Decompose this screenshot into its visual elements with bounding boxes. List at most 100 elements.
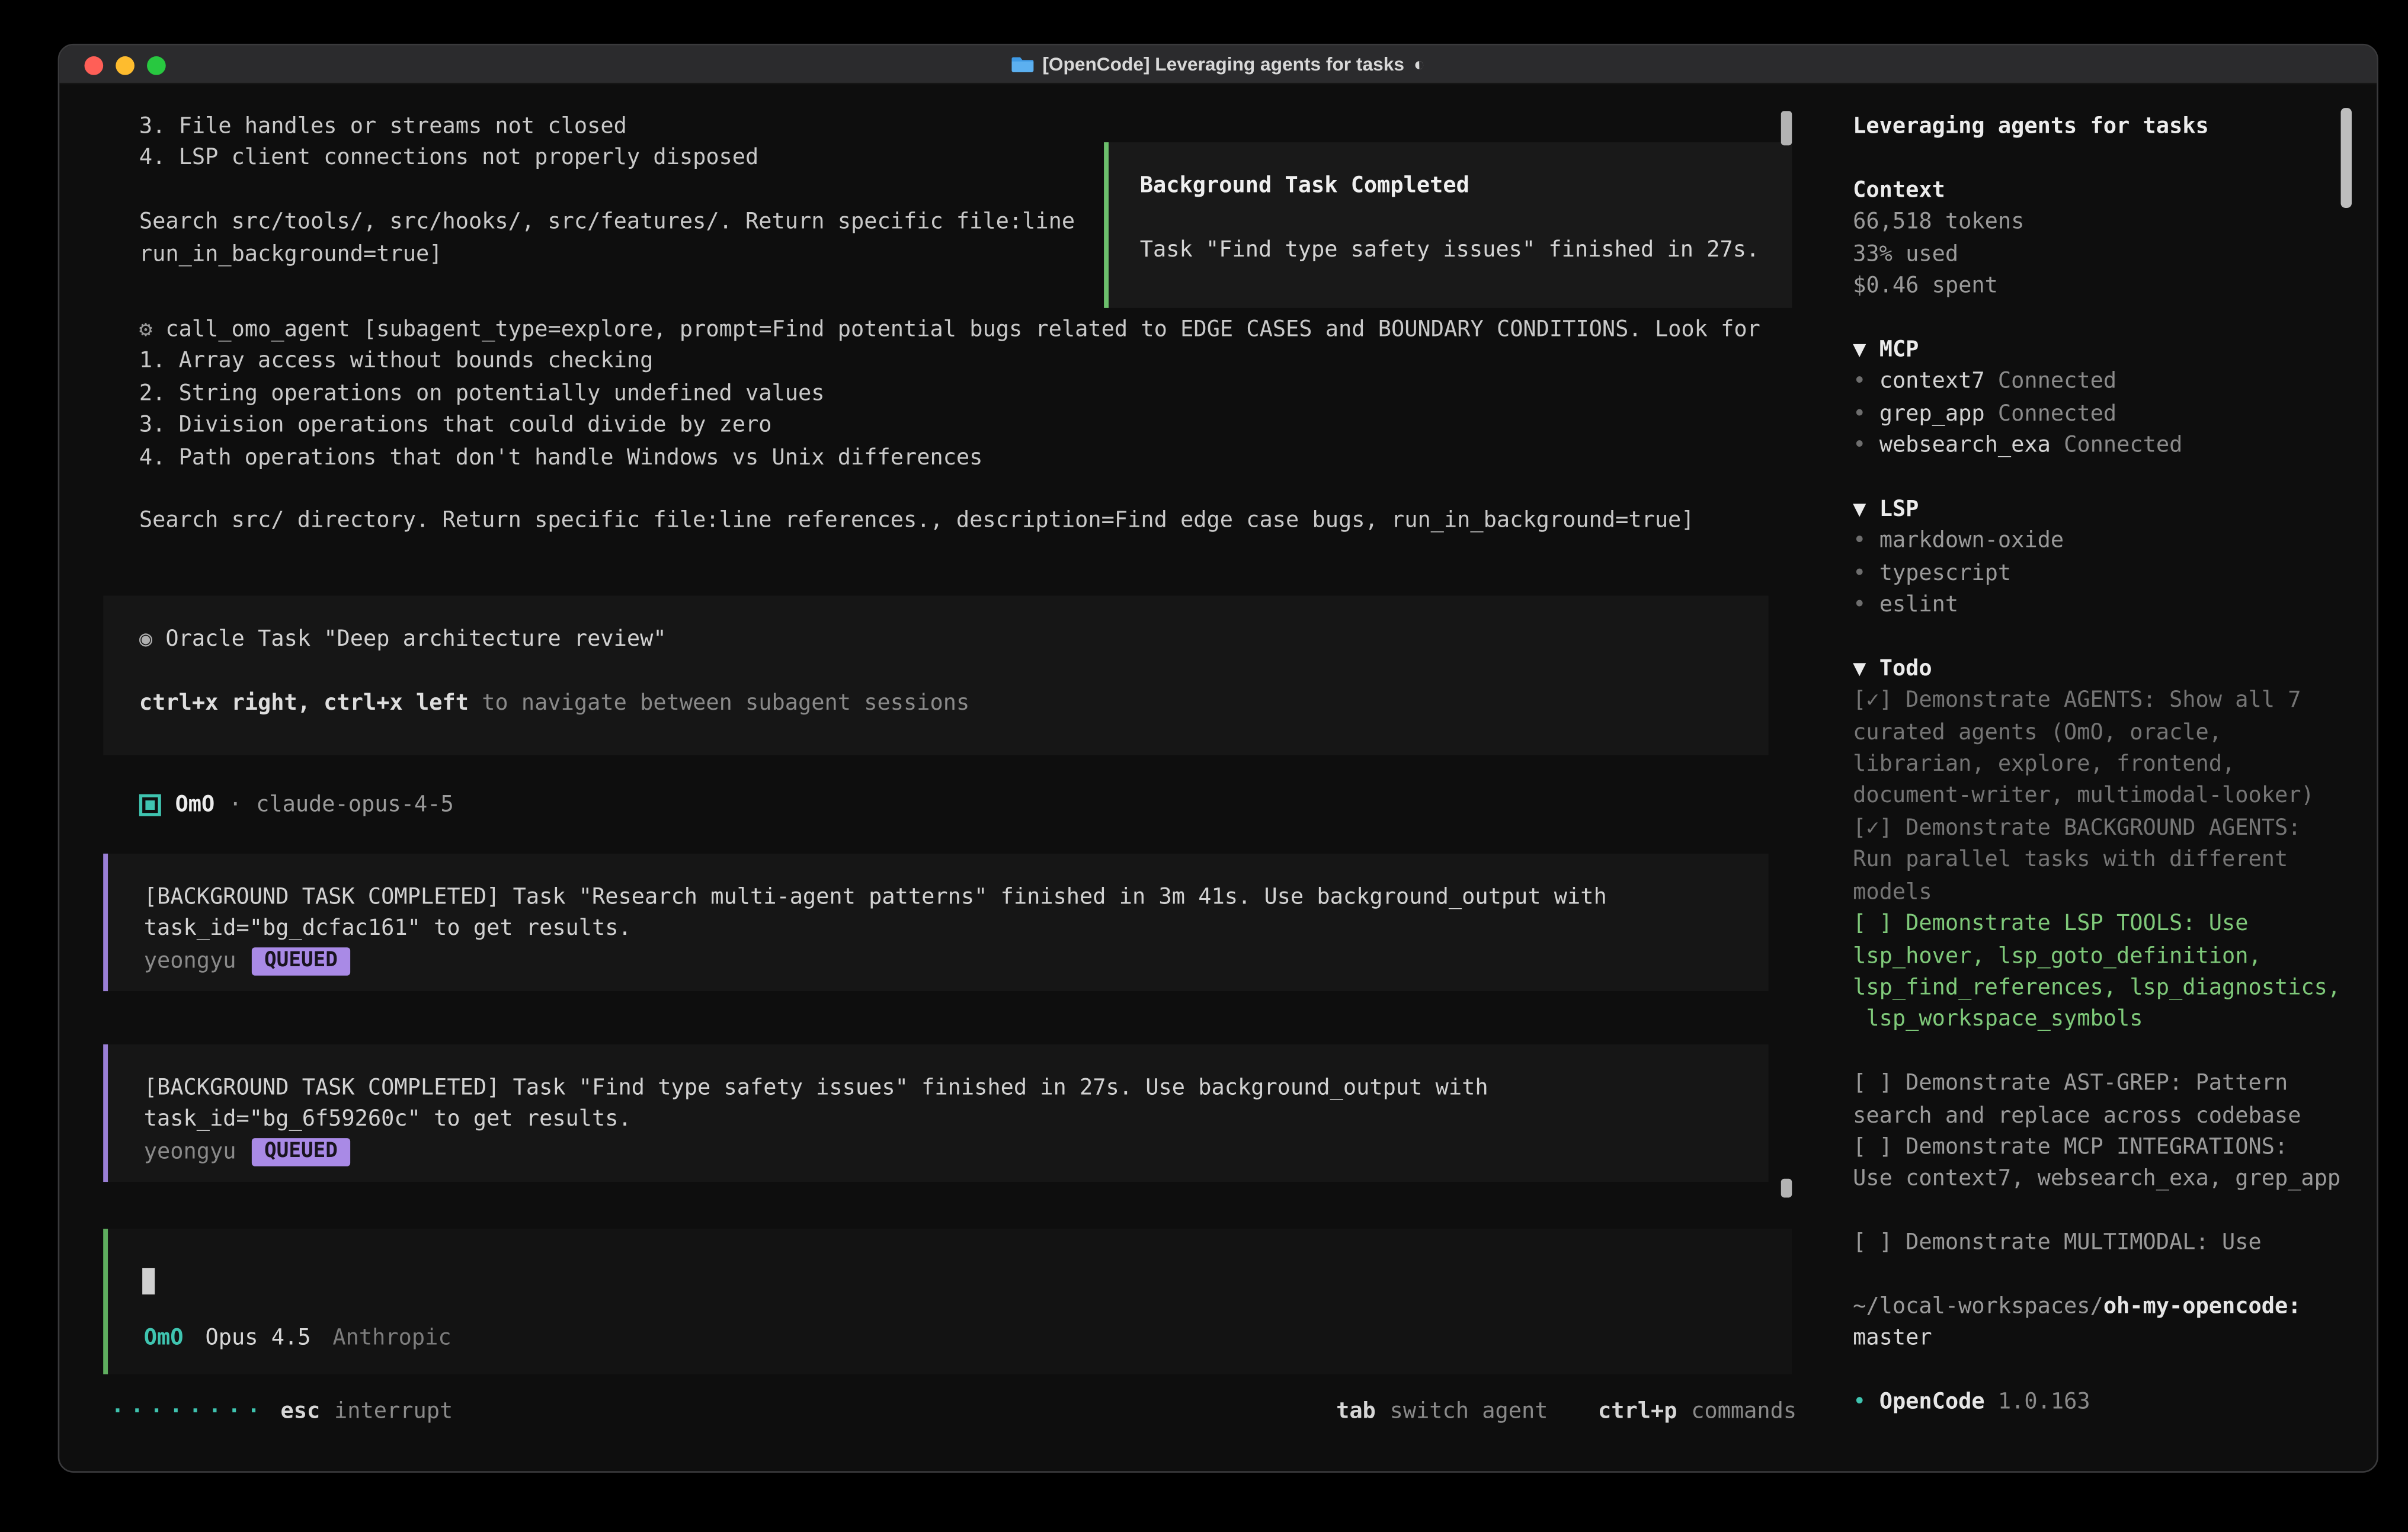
lsp-heading: LSP bbox=[1879, 497, 1919, 522]
traffic-lights bbox=[85, 46, 166, 85]
bullet-icon: • bbox=[1853, 369, 1866, 394]
mcp-name: websearch_exa bbox=[1879, 433, 2051, 458]
todo-section: ▼ Todo [✓] Demonstrate AGENTS: Show all … bbox=[1853, 653, 2350, 1259]
folder-icon bbox=[1011, 55, 1033, 73]
message-meta: yeongyu QUEUED bbox=[144, 1136, 1769, 1168]
lsp-name: eslint bbox=[1879, 592, 1958, 617]
status-right: tab switch agent ctrl+p commands bbox=[1336, 1396, 1797, 1428]
tool-call-name: call_omo_agent [subagent_type=explore, p… bbox=[165, 318, 1760, 342]
app-version-row: • OpenCode 1.0.163 bbox=[1853, 1387, 2350, 1419]
todo-item: [✓] Demonstrate BACKGROUND AGENTS: Run p… bbox=[1853, 813, 2350, 909]
message-block: [BACKGROUND TASK COMPLETED] Task "Find t… bbox=[103, 1044, 1768, 1182]
todo-item: [ ] Demonstrate MULTIMODAL: Use bbox=[1853, 1227, 2350, 1259]
toast-title: Background Task Completed bbox=[1140, 171, 1761, 203]
context-tokens: 66,518 tokens bbox=[1853, 207, 2350, 239]
todo-item: [✓] Demonstrate AGENTS: Show all 7 curat… bbox=[1853, 685, 2350, 813]
mcp-section: ▼ MCP • context7 Connected • grep_app Co… bbox=[1853, 334, 2350, 461]
context-used: 33% used bbox=[1853, 239, 2350, 271]
agent-separator: · bbox=[229, 790, 242, 822]
window-title-text: [OpenCode] Leveraging agents for tasks bbox=[1042, 48, 1404, 80]
sidebar-scrollbar-thumb[interactable] bbox=[2341, 108, 2352, 208]
mcp-item: • websearch_exa Connected bbox=[1853, 430, 2350, 462]
input-model-provider: Anthropic bbox=[332, 1323, 451, 1355]
mcp-status: Connected bbox=[1998, 401, 2116, 426]
oracle-task-title: Oracle Task "Deep architecture review" bbox=[165, 627, 666, 652]
mcp-section-header[interactable]: ▼ MCP bbox=[1853, 334, 2350, 366]
text-cursor bbox=[142, 1268, 155, 1294]
message-text: [BACKGROUND TASK COMPLETED] Task "Find t… bbox=[144, 1072, 1769, 1136]
tab-key-label: switch agent bbox=[1390, 1396, 1548, 1428]
session-title: Leveraging agents for tasks bbox=[1853, 111, 2350, 143]
queued-badge: QUEUED bbox=[252, 947, 350, 976]
spinner-dots: ········ bbox=[111, 1396, 266, 1428]
message-block: [BACKGROUND TASK COMPLETED] Task "Resear… bbox=[103, 854, 1768, 991]
todo-heading: Todo bbox=[1879, 656, 1932, 681]
lsp-section: ▼ LSP • markdown-oxide • typescript • es… bbox=[1853, 493, 2350, 621]
ctrl-p-key-hint: ctrl+p bbox=[1598, 1396, 1677, 1428]
oracle-task-title-row: ◉ Oracle Task "Deep architecture review" bbox=[139, 624, 1769, 656]
todo-item: [ ] Demonstrate AST-GREP: Pattern search… bbox=[1853, 1068, 2350, 1132]
lsp-section-header[interactable]: ▼ LSP bbox=[1853, 493, 2350, 525]
prompt-input[interactable]: OmO Opus 4.5 Anthropic bbox=[103, 1229, 1792, 1374]
hint-text: to navigate between subagent sessions bbox=[469, 691, 969, 716]
agent-square-icon bbox=[139, 794, 161, 816]
todo-section-header[interactable]: ▼ Todo bbox=[1853, 653, 2350, 685]
app-name: OpenCode bbox=[1879, 1390, 1985, 1415]
app-version: 1.0.163 bbox=[1998, 1390, 2090, 1415]
lsp-item: • typescript bbox=[1853, 557, 2350, 589]
agent-model: claude-opus-4-5 bbox=[256, 790, 454, 822]
tool-call-header: ⚙ call_omo_agent [subagent_type=explore,… bbox=[139, 314, 1836, 346]
model-row: OmO Opus 4.5 Anthropic bbox=[144, 1323, 451, 1355]
mcp-name: grep_app bbox=[1879, 401, 1985, 426]
bullet-icon: • bbox=[1853, 592, 1866, 617]
queued-badge: QUEUED bbox=[252, 1138, 350, 1166]
todo-item: [ ] Demonstrate LSP TOOLS: Use lsp_hover… bbox=[1853, 908, 2350, 1036]
oracle-task-hint: ctrl+x right, ctrl+x left to navigate be… bbox=[139, 688, 1769, 720]
tool-call-body: 1. Array access without bounds checking … bbox=[139, 346, 1836, 537]
window-title: [OpenCode] Leveraging agents for tasks ◐ bbox=[59, 48, 2377, 80]
context-spent: $0.46 spent bbox=[1853, 271, 2350, 303]
gear-icon: ⚙ bbox=[139, 318, 152, 342]
message-meta: yeongyu QUEUED bbox=[144, 946, 1769, 977]
message-text: [BACKGROUND TASK COMPLETED] Task "Resear… bbox=[144, 882, 1769, 946]
background-task-toast: Background Task Completed Task "Find typ… bbox=[1104, 142, 1792, 308]
message-author: yeongyu bbox=[144, 946, 236, 977]
ctrl-p-key-label: commands bbox=[1691, 1396, 1797, 1428]
sidebar: Leveraging agents for tasks Context 66,5… bbox=[1853, 111, 2350, 1419]
bullet-icon: • bbox=[1853, 1390, 1866, 1415]
zoom-button[interactable] bbox=[147, 56, 166, 75]
mcp-status: Connected bbox=[2064, 433, 2182, 458]
esc-key-label: interrupt bbox=[334, 1396, 453, 1428]
workspace-repo: oh-my-opencode: bbox=[2103, 1294, 2301, 1319]
desktop: [OpenCode] Leveraging agents for tasks ◐… bbox=[0, 0, 2408, 1532]
mcp-item: • context7 Connected bbox=[1853, 366, 2350, 398]
esc-key-hint: esc bbox=[281, 1396, 321, 1428]
agent-header: OmO · claude-opus-4-5 bbox=[139, 790, 454, 822]
main-scrollbar-thumb[interactable] bbox=[1781, 111, 1792, 145]
mcp-heading: MCP bbox=[1879, 338, 1919, 363]
lsp-name: markdown-oxide bbox=[1879, 529, 2064, 554]
context-heading: Context bbox=[1853, 175, 2350, 207]
input-agent-name: OmO bbox=[144, 1323, 184, 1355]
main-scrollbar-thumb-secondary[interactable] bbox=[1781, 1179, 1792, 1198]
chevron-down-icon: ▼ bbox=[1853, 497, 1866, 522]
tab-key-hint: tab bbox=[1336, 1396, 1376, 1428]
status-bar: ········ esc interrupt tab switch agent … bbox=[111, 1396, 1797, 1428]
terminal-window: [OpenCode] Leveraging agents for tasks ◐… bbox=[58, 44, 2378, 1473]
close-button[interactable] bbox=[85, 56, 104, 75]
fisheye-icon: ◉ bbox=[139, 627, 152, 652]
tool-call-block: ⚙ call_omo_agent [subagent_type=explore,… bbox=[139, 314, 1836, 537]
toast-body: Task "Find type safety issues" finished … bbox=[1140, 234, 1761, 266]
workspace-branch: master bbox=[1853, 1323, 2350, 1355]
minimize-button[interactable] bbox=[116, 56, 135, 75]
lsp-name: typescript bbox=[1879, 560, 2011, 585]
message-author: yeongyu bbox=[144, 1136, 236, 1168]
activity-icon: ◐ bbox=[1414, 48, 1425, 80]
input-model-name: Opus 4.5 bbox=[205, 1323, 310, 1355]
mcp-status: Connected bbox=[1998, 369, 2116, 394]
todo-item: [ ] Demonstrate MCP INTEGRATIONS: Use co… bbox=[1853, 1132, 2350, 1196]
mcp-name: context7 bbox=[1879, 369, 1985, 394]
agent-name: OmO bbox=[175, 790, 215, 822]
bullet-icon: • bbox=[1853, 433, 1866, 458]
workspace-path: ~/local-workspaces/oh-my-opencode: maste… bbox=[1853, 1291, 2350, 1355]
